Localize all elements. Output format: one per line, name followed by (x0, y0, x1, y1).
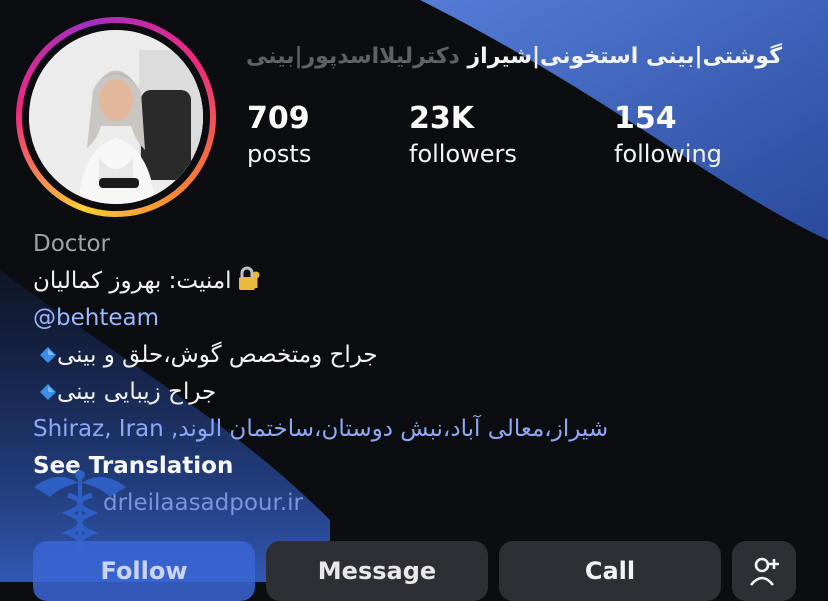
followers-label: followers (409, 140, 517, 168)
followers-count: 23K (409, 101, 474, 136)
lock-with-key-icon (238, 266, 260, 290)
message-button[interactable]: Message (266, 541, 488, 601)
profile-bio: Doctor امنیت: بهروز کمالیان @behteam جرا… (33, 226, 813, 522)
stat-posts[interactable]: 709 posts (247, 100, 311, 170)
posts-label: posts (247, 140, 312, 168)
stat-following[interactable]: 154 following (614, 100, 722, 170)
see-translation-button[interactable]: See Translation (33, 448, 813, 485)
following-label: following (614, 140, 722, 168)
profile-category: Doctor (33, 231, 110, 257)
add-person-icon (749, 557, 779, 586)
posts-count: 709 (247, 101, 310, 136)
bio-line-2-text: جراح زیبایی بینی (57, 379, 217, 405)
location-en: Shiraz, Iran (33, 416, 164, 442)
following-count: 154 (614, 101, 677, 136)
website-link[interactable]: drleilaasadpour.ir (33, 485, 813, 522)
security-text: امنیت: بهروز کمالیان (33, 268, 232, 294)
profile-name: گوشتی|بینی استخونی|شیراز دکترلیلااسدپور|… (246, 44, 786, 69)
stat-followers[interactable]: 23K followers (409, 100, 517, 170)
profile-name-faded: دکترلیلااسدپور|بینی (246, 44, 460, 69)
bio-line-2: جراح زیبایی بینی (33, 374, 813, 411)
follow-button[interactable]: Follow (33, 541, 255, 601)
location-link[interactable]: شیراز،معالی آباد،نبش دوستان،ساختمان الون… (33, 411, 813, 448)
call-button[interactable]: Call (499, 541, 721, 601)
bio-security-line: امنیت: بهروز کمالیان (33, 263, 813, 300)
blue-diamond-icon (40, 384, 56, 400)
blue-diamond-icon (40, 347, 56, 363)
bio-line-1: جراح ومتخصص گوش،حلق و بینی (33, 337, 813, 374)
location-fa: شیراز،معالی آباد،نبش دوستان،ساختمان الون… (171, 416, 609, 442)
profile-avatar[interactable] (29, 30, 203, 204)
website-text: drleilaasadpour.ir (103, 490, 303, 516)
bio-line-1-text: جراح ومتخصص گوش،حلق و بینی (57, 342, 378, 368)
suggested-users-button[interactable] (732, 541, 796, 601)
mention-link[interactable]: @behteam (33, 300, 813, 337)
avatar-photo (29, 30, 203, 204)
profile-name-main: گوشتی|بینی استخونی|شیراز (467, 44, 782, 69)
